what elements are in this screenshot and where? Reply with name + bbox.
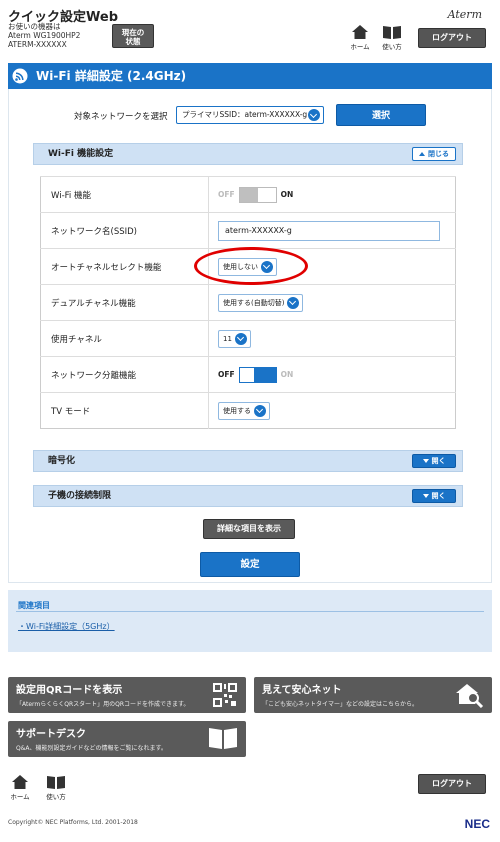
tile-desc: 「AtermらくらくQRスタート」用のQRコードを作成できます。 — [16, 701, 190, 708]
device-name: ATERM-XXXXXX — [8, 40, 67, 49]
divider — [16, 611, 484, 612]
table-row: ネットワーク名(SSID) aterm-XXXXXX-g — [40, 212, 456, 249]
device-model: Aterm WG1900HP2 — [8, 31, 81, 40]
footer-home-nav[interactable]: ホーム — [6, 775, 34, 801]
chevron-down-icon — [422, 459, 429, 463]
support-desk-tile[interactable]: サポートデスク Q&A、機能別設定ガイドなどの情報をご覧になれます。 — [8, 721, 246, 757]
apply-settings-button[interactable]: 設定 — [200, 552, 300, 577]
qr-code-icon — [212, 682, 238, 708]
related-link-wifi-5ghz[interactable]: ・Wi-Fi詳細設定（5GHz） — [18, 621, 115, 632]
wifi-settings-section-header: Wi-Fi 機能設定 閉じる — [33, 143, 463, 165]
chevron-down-icon — [308, 109, 320, 121]
device-label: お使いの機器は — [8, 22, 61, 31]
chevron-down-icon — [287, 296, 300, 309]
home-icon — [352, 25, 368, 39]
expand-button[interactable]: 開く — [412, 454, 456, 468]
tile-title: サポートデスク — [16, 729, 86, 740]
aterm-logo: Aterm — [447, 8, 482, 21]
wifi-icon — [12, 68, 28, 84]
open-book-icon — [209, 728, 237, 749]
table-row: Wi-Fi 機能 OFF ON — [40, 176, 456, 213]
select-value: 使用する — [223, 406, 251, 415]
home-icon — [12, 775, 28, 789]
collapse-label: 閉じる — [428, 150, 449, 158]
book-icon — [383, 26, 401, 39]
chevron-up-icon — [419, 152, 425, 156]
mieru-anshin-net-tile[interactable]: 見えて安心ネット 「こども安心ネットタイマー」などの設定はこちらから。 — [254, 677, 492, 713]
footer-logout-button[interactable]: ログアウト — [418, 774, 486, 794]
network-isolation-switch[interactable]: OFF ON — [218, 366, 294, 383]
expand-button[interactable]: 開く — [412, 489, 456, 503]
row-label: オートチャネルセレクト機能 — [40, 248, 209, 285]
row-label: TV モード — [40, 392, 209, 429]
page-title: Wi-Fi 詳細設定 (2.4GHz) — [8, 63, 492, 89]
chevron-down-icon — [422, 494, 429, 498]
switch-knob — [239, 187, 258, 202]
help-label: 使い方 — [382, 43, 402, 51]
nec-logo: NEC — [464, 817, 490, 831]
current-status-button[interactable]: 現在の 状態 — [112, 24, 154, 48]
expand-label: 開く — [431, 492, 446, 500]
collapse-button[interactable]: 閉じる — [412, 147, 456, 161]
help-nav[interactable]: 使い方 — [378, 25, 406, 51]
house-search-icon — [456, 684, 484, 708]
tile-title: 設定用QRコードを表示 — [16, 685, 123, 696]
logout-button[interactable]: ログアウト — [418, 28, 486, 48]
qr-code-tile[interactable]: 設定用QRコードを表示 「AtermらくらくQRスタート」用のQRコードを作成で… — [8, 677, 246, 713]
select-value: 使用する(自動切替) — [223, 298, 285, 307]
row-label: デュアルチャネル機能 — [40, 284, 209, 321]
target-network-label: 対象ネットワークを選択 — [74, 112, 168, 122]
row-label: ネットワーク分離機能 — [40, 356, 209, 393]
status-button-line2: 状態 — [125, 37, 141, 46]
encryption-section-header: 暗号化 開く — [33, 450, 463, 472]
status-button-line1: 現在の — [121, 28, 145, 37]
row-label: 使用チャネル — [40, 320, 209, 357]
table-row: ネットワーク分離機能 OFF ON — [40, 356, 456, 393]
home-nav[interactable]: ホーム — [346, 25, 374, 51]
home-label: ホーム — [10, 793, 30, 801]
section-title: 暗号化 — [48, 456, 76, 466]
wifi-function-switch[interactable]: OFF ON — [218, 186, 294, 203]
book-icon — [47, 776, 65, 789]
channel-select[interactable]: 11 — [218, 329, 251, 348]
help-label: 使い方 — [46, 793, 66, 801]
client-limit-section-header: 子機の接続制限 開く — [33, 485, 463, 507]
home-label: ホーム — [350, 43, 370, 51]
switch-off-label: OFF — [218, 370, 235, 379]
chevron-down-icon — [254, 404, 266, 417]
switch-on-label: ON — [280, 370, 294, 379]
ssid-input[interactable]: aterm-XXXXXX-g — [218, 220, 440, 241]
tile-desc: 「こども安心ネットタイマー」などの設定はこちらから。 — [262, 701, 419, 708]
show-details-button[interactable]: 詳細な項目を表示 — [203, 519, 295, 539]
copyright: Copyright© NEC Platforms, Ltd. 2001-2018 — [8, 819, 138, 826]
target-network-value: プライマリSSID：aterm-XXXXXX-g — [182, 110, 308, 119]
chevron-down-icon — [234, 332, 247, 345]
select-value: 11 — [223, 334, 232, 343]
switch-on-label: ON — [280, 190, 294, 199]
dual-channel-select[interactable]: 使用する(自動切替) — [218, 293, 304, 312]
table-row: 使用チャネル 11 — [40, 320, 456, 357]
related-title: 関連項目 — [18, 601, 50, 610]
tile-desc: Q&A、機能別設定ガイドなどの情報をご覧になれます。 — [16, 745, 167, 752]
footer-help-nav[interactable]: 使い方 — [42, 775, 70, 801]
related-link-label: Wi-Fi詳細設定（5GHz） — [26, 622, 115, 631]
wifi-settings-table: Wi-Fi 機能 OFF ON ネットワーク名(SSID) aterm-XXXX… — [40, 176, 456, 429]
select-button[interactable]: 選択 — [336, 104, 426, 126]
expand-label: 開く — [431, 457, 446, 465]
row-label: ネットワーク名(SSID) — [40, 212, 209, 249]
switch-off-label: OFF — [218, 190, 235, 199]
switch-knob — [253, 367, 276, 382]
table-row: デュアルチャネル機能 使用する(自動切替) — [40, 284, 456, 321]
highlight-circle — [194, 247, 308, 285]
tile-title: 見えて安心ネット — [262, 685, 342, 696]
table-row: TV モード 使用する — [40, 392, 456, 429]
row-label: Wi-Fi 機能 — [40, 176, 209, 213]
section-title: 子機の接続制限 — [48, 491, 112, 501]
section-title: Wi-Fi 機能設定 — [48, 149, 114, 159]
target-network-select[interactable]: プライマリSSID：aterm-XXXXXX-g — [176, 106, 324, 124]
tv-mode-select[interactable]: 使用する — [218, 401, 270, 420]
